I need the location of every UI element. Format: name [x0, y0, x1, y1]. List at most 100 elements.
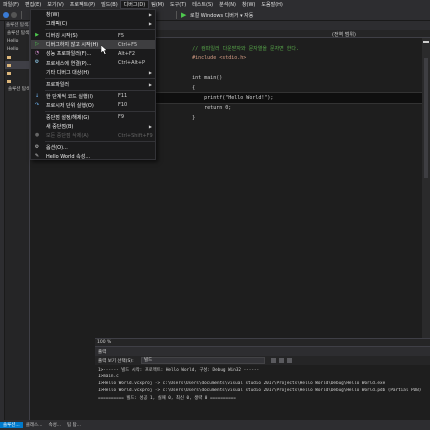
menu-item-label: 디버그하지 않고 시작(H) — [46, 42, 99, 49]
scroll-marker — [423, 41, 429, 43]
solution-tree-label: 솔루션 탐색기 — [8, 87, 29, 92]
debug-menu-item[interactable]: ↓ 한 단계씩 코드 실행(I) F11 — [31, 92, 155, 101]
debug-menu-item[interactable]: ◔ 성능 프로파일러(F)... Alt+F2 — [31, 49, 155, 58]
bottom-tab-bar: 솔루션... 클래스... 속성... 팀 탐... — [0, 420, 430, 430]
debug-menu-item[interactable]: 새 중단점(B) ▶ — [31, 122, 155, 131]
debug-menu-item[interactable]: 기타 디버그 대상(H) ▶ — [31, 68, 155, 77]
word-wrap-icon[interactable] — [287, 358, 292, 363]
bottom-tab[interactable]: 솔루션... — [0, 422, 23, 428]
debug-menu-item[interactable]: ⚙ 프로세스에 연결(P)... Ctrl+Alt+P — [31, 58, 155, 67]
code-line[interactable]: return 0; — [156, 103, 430, 113]
solution-tree-item[interactable]: 솔루션 탐색기 — [5, 29, 29, 37]
menu-item-label: 중단점 설정/해제(G) — [46, 114, 90, 121]
menu-bar: 파일(F) 편집(E) 보기(V) 프로젝트(P) 빌드(B) 디버그(D) 팀(M) 도구(… — [0, 0, 430, 9]
solution-tree-item[interactable]: Hello — [5, 37, 29, 45]
code-area[interactable]: // 컴파일러 다운받자와 문자열을 문자면 한다. #include <std… — [155, 43, 430, 123]
menu-item-shortcut: F5 — [118, 32, 125, 39]
menu-7[interactable]: 도구(T) — [167, 1, 189, 8]
step-into-icon: ↓ — [34, 92, 40, 99]
code-line[interactable]: int main() — [156, 73, 430, 83]
menu-item-label: 디버깅 시작(S) — [46, 33, 78, 40]
output-line: 1>Hello World.vcxproj -> c:\Users\Users\… — [98, 381, 386, 386]
scroll-thumb[interactable] — [424, 58, 428, 178]
scope-dropdown[interactable]: (전역 범위) — [332, 31, 356, 38]
menu-1[interactable]: 편집(E) — [22, 1, 44, 8]
solution-tree-item[interactable] — [5, 61, 29, 69]
solution-tree-item[interactable]: 솔루션 탐색기 — [5, 85, 29, 93]
find-icon[interactable] — [271, 358, 276, 363]
debug-menu: 창(W) ▶ 그래픽(C) ▶ ▶ 디버깅 시작(S) F5 ▷ 디버그하지 않고 시작(H) C… — [30, 9, 156, 160]
menu-separator — [45, 110, 155, 112]
menu-item-label: 옵션(O)... — [46, 145, 68, 152]
code-line[interactable]: printf("Hello World!"); — [155, 92, 430, 104]
solution-tree-item[interactable] — [5, 69, 29, 77]
menu-item-label: 새 중단점(B) — [46, 124, 74, 131]
folder-icon — [7, 79, 11, 83]
folder-icon — [7, 55, 11, 59]
menu-5[interactable]: 디버그(D) — [119, 0, 150, 9]
menu-0[interactable]: 파일(F) — [0, 1, 22, 8]
menu-item-shortcut: Ctrl+Alt+P — [118, 60, 146, 67]
debug-menu-item[interactable]: ▶ 디버깅 시작(S) F5 — [31, 31, 155, 40]
gear-icon: ⚙ — [34, 144, 40, 151]
menu-8[interactable]: 테스트(S) — [189, 1, 216, 8]
clear-icon[interactable] — [279, 358, 284, 363]
bottom-tab[interactable]: 클래스... — [23, 422, 46, 428]
debug-menu-item[interactable]: 중단점 설정/해제(G) F9 — [31, 113, 155, 122]
mouse-cursor-icon — [101, 45, 108, 55]
solution-tree-label: Hello — [7, 38, 19, 44]
menu-9[interactable]: 분석(N) — [216, 1, 239, 8]
debug-menu-item[interactable]: ↷ 프로시저 단위 실행(O) F10 — [31, 101, 155, 110]
step-over-icon: ↷ — [34, 101, 40, 108]
menu-item-label: Hello World 속성... — [46, 154, 91, 161]
back-icon[interactable] — [3, 12, 9, 18]
menu-item-label: 성능 프로파일러(F)... — [46, 51, 92, 58]
debug-menu-item[interactable]: ▷ 디버그하지 않고 시작(H) Ctrl+F5 — [31, 40, 155, 50]
output-source-select[interactable]: 빌드 — [141, 357, 265, 364]
menu-item-shortcut: F10 — [118, 102, 128, 109]
output-text: 1>------ 빌드 시작: 프로젝트: Hello World, 구성: D… — [95, 365, 430, 404]
debug-menu-item[interactable]: 그래픽(C) ▶ — [31, 19, 155, 28]
solution-tree-item[interactable] — [5, 53, 29, 61]
output-line: ========== 빌드: 성공 1, 실패 0, 최신 0, 생략 0 ==… — [98, 396, 236, 401]
menu-item-label: 한 단계씩 코드 실행(I) — [46, 93, 93, 100]
menu-4[interactable]: 빌드(B) — [98, 1, 121, 8]
toolbar-separator — [21, 11, 22, 19]
editor-scrollbar[interactable] — [422, 38, 430, 338]
bottom-tab[interactable]: 속성... — [45, 422, 64, 428]
output-source-label: 출력 보기 선택(S): — [98, 359, 134, 364]
menu-2[interactable]: 보기(V) — [44, 1, 67, 8]
debug-menu-item[interactable]: 창(W) ▶ — [31, 10, 155, 19]
bottom-tab[interactable]: 팀 탐... — [64, 422, 84, 428]
menu-6[interactable]: 팀(M) — [148, 1, 167, 8]
delete-breakpoints-icon: ● — [34, 132, 40, 139]
forward-icon[interactable] — [11, 12, 17, 18]
wrench-icon: ✎ — [34, 153, 40, 160]
debug-menu-item[interactable]: ⚙ 옵션(O)... — [31, 143, 155, 152]
menu-3[interactable]: 프로젝트(P) — [67, 1, 98, 8]
profiler-icon: ◔ — [34, 50, 40, 57]
zoom-level[interactable]: 100 % — [97, 340, 111, 345]
debug-menu-item[interactable]: 프로파일러 ▶ — [31, 80, 155, 89]
output-tools — [271, 358, 292, 363]
menu-item-label: 프로파일러 — [46, 81, 70, 88]
code-line[interactable]: #include <stdio.h> — [156, 53, 430, 63]
output-source-bar: 출력 보기 선택(S): 빌드 — [95, 356, 430, 365]
code-editor[interactable]: (전역 범위) // 컴파일러 다운받자와 문자열을 문자면 한다. #incl… — [155, 21, 430, 338]
submenu-arrow-icon: ▶ — [148, 12, 152, 18]
solution-tree-item[interactable]: Hello — [5, 45, 29, 53]
run-target-label[interactable]: 로컬 Windows 디버거 ▾ 자동 — [190, 12, 253, 19]
menu-11[interactable]: 도움말(H) — [258, 1, 285, 8]
solution-tree-item[interactable] — [5, 77, 29, 85]
code-line[interactable]: } — [156, 113, 430, 123]
code-line[interactable]: // 컴파일러 다운받자와 문자열을 문자면 한다. — [156, 43, 430, 53]
toolbar-separator — [176, 11, 177, 19]
code-line[interactable] — [156, 63, 430, 73]
menu-item-shortcut: F9 — [118, 114, 125, 121]
code-line[interactable]: { — [156, 83, 430, 93]
debug-menu-item[interactable]: ✎ Hello World 속성... — [31, 152, 155, 161]
menu-10[interactable]: 창(W) — [239, 1, 258, 8]
submenu-arrow-icon: ▶ — [148, 21, 152, 27]
menu-separator — [45, 77, 155, 79]
play-icon[interactable]: ▶ — [181, 11, 186, 19]
